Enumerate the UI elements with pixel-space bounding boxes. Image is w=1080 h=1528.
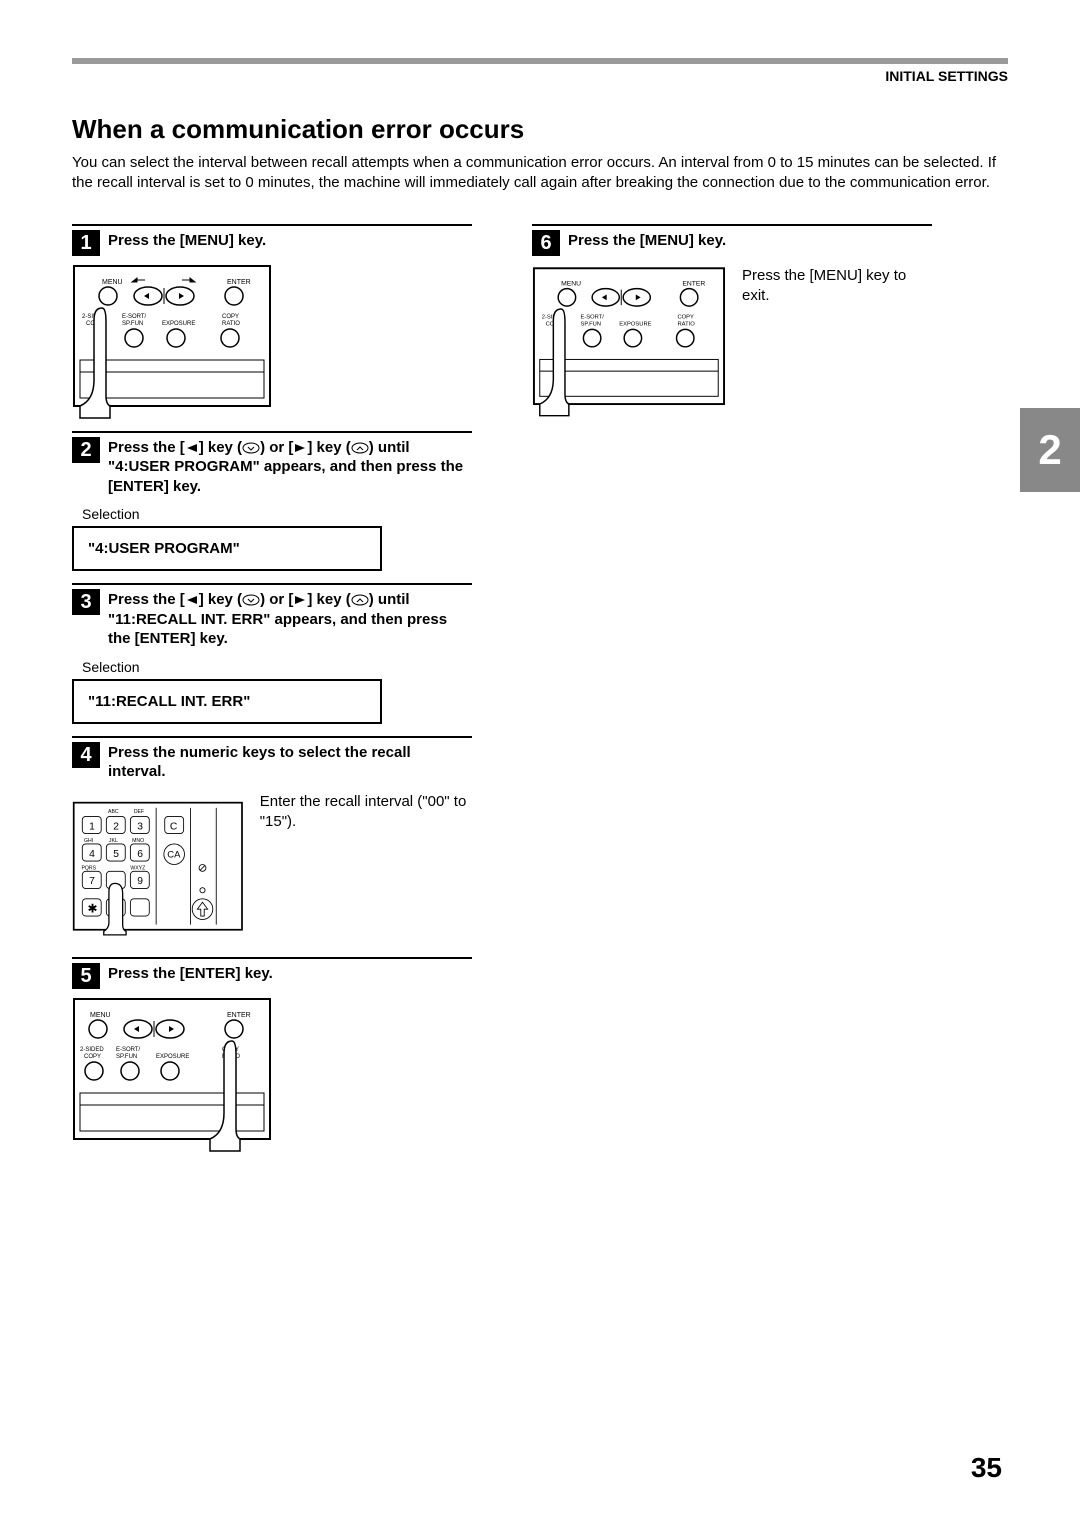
step-3-selection-label: Selection (82, 659, 472, 675)
step-1-num: 1 (72, 230, 100, 256)
header-label: INITIAL SETTINGS (72, 68, 1008, 84)
numeric-keypad: ABC DEF 1 2 3 GHI JKL MNO 4 5 6 PQRS WXY… (72, 790, 244, 945)
menu-label: MENU (102, 279, 123, 286)
header-divider (72, 58, 1008, 64)
svg-text:EXPOSURE: EXPOSURE (156, 1054, 189, 1060)
svg-text:MNO: MNO (132, 838, 144, 844)
svg-text:COPY: COPY (84, 1054, 101, 1060)
svg-text:RATIO: RATIO (677, 321, 695, 327)
step-6-text: Press the [MENU] key. (568, 230, 726, 251)
svg-text:ENTER: ENTER (227, 1012, 251, 1019)
step-5-text: Press the [ENTER] key. (108, 963, 273, 984)
step-4-text: Press the numeric keys to select the rec… (108, 742, 472, 782)
step-4-num: 4 (72, 742, 100, 768)
step-5-num: 5 (72, 963, 100, 989)
svg-text:COPY: COPY (677, 314, 694, 320)
control-panel-enter-press: MENU ENTER 2-SIDED COPY E-SORT/ SP.FUN E… (72, 997, 272, 1152)
step-6-head: 6 Press the [MENU] key. (532, 224, 932, 256)
svg-text:GHI: GHI (84, 838, 93, 844)
svg-text:7: 7 (89, 876, 95, 887)
svg-text:C: C (170, 821, 178, 832)
svg-text:WXYZ: WXYZ (130, 865, 145, 871)
copy-label-a: COPY (222, 314, 239, 320)
step-2-selection-label: Selection (82, 506, 472, 522)
svg-text:3: 3 (137, 821, 143, 832)
svg-text:4: 4 (89, 848, 95, 859)
svg-text:CA: CA (167, 849, 181, 860)
esort-label-b: SP.FUN (122, 321, 143, 327)
right-column: 6 Press the [MENU] key. MENU ENTER 2-SID… (532, 212, 932, 1152)
section-title: When a communication error occurs (72, 114, 1008, 145)
esort-label-a: E-SORT/ (122, 314, 147, 320)
right-solid-arrow-icon (293, 595, 307, 605)
up-chevron-ellipse-icon (351, 442, 369, 454)
step-2-text: Press the [] key () or [] key () until "… (108, 437, 472, 497)
step-3-head: 3 Press the [] key () or [] key () until… (72, 583, 472, 649)
step-3-text: Press the [] key () or [] key () until "… (108, 589, 472, 649)
svg-text:5: 5 (113, 848, 119, 859)
left-solid-arrow-icon (185, 595, 199, 605)
up-chevron-ellipse-icon (351, 594, 369, 606)
svg-text:MENU: MENU (90, 1012, 111, 1019)
svg-text:DEF: DEF (134, 808, 144, 814)
intro-paragraph: You can select the interval between reca… (72, 153, 1008, 194)
step-2-display: "4:USER PROGRAM" (72, 526, 382, 571)
svg-text:PQRS: PQRS (81, 865, 96, 871)
svg-text:6: 6 (137, 848, 143, 859)
svg-text:2: 2 (113, 821, 119, 832)
exposure-label: EXPOSURE (162, 321, 195, 327)
left-solid-arrow-icon (185, 443, 199, 453)
page-number: 35 (971, 1452, 1002, 1484)
svg-text:9: 9 (137, 876, 143, 887)
step-5-head: 5 Press the [ENTER] key. (72, 957, 472, 989)
svg-text:2-SIDED: 2-SIDED (80, 1047, 104, 1053)
step-1-head: 1 Press the [MENU] key. (72, 224, 472, 256)
right-solid-arrow-icon (293, 443, 307, 453)
svg-text:SP.FUN: SP.FUN (580, 321, 601, 327)
svg-text:JKL: JKL (109, 838, 118, 844)
step-4-note: Enter the recall interval ("00" to "15")… (260, 792, 472, 833)
left-column: 1 Press the [MENU] key. MENU ENTER (72, 212, 472, 1152)
svg-text:SP.FUN: SP.FUN (116, 1054, 137, 1060)
svg-text:MENU: MENU (561, 280, 581, 287)
svg-text:E-SORT/: E-SORT/ (116, 1047, 141, 1053)
control-panel-menu-exit: MENU ENTER 2-SIDED COPY E-SORT/ SP.FUN E… (532, 264, 726, 419)
chapter-tab: 2 (1020, 408, 1080, 492)
step-6-num: 6 (532, 230, 560, 256)
step-2-num: 2 (72, 437, 100, 463)
svg-text:E-SORT/: E-SORT/ (580, 314, 604, 320)
step-6-note: Press the [MENU] key to exit. (742, 266, 932, 307)
svg-text:ABC: ABC (108, 808, 119, 814)
copy-label-b: RATIO (222, 321, 240, 327)
step-4-head: 4 Press the numeric keys to select the r… (72, 736, 472, 782)
step-1-text: Press the [MENU] key. (108, 230, 266, 251)
svg-text:✱: ✱ (87, 901, 97, 915)
enter-label: ENTER (227, 279, 251, 286)
step-3-display: "11:RECALL INT. ERR" (72, 679, 382, 724)
down-chevron-ellipse-icon (242, 442, 260, 454)
control-panel-menu-press: MENU ENTER 2-SIDED COPY (72, 264, 272, 419)
svg-text:EXPOSURE: EXPOSURE (619, 321, 651, 327)
step-2-head: 2 Press the [] key () or [] key () until… (72, 431, 472, 497)
down-chevron-ellipse-icon (242, 594, 260, 606)
step-3-num: 3 (72, 589, 100, 615)
svg-text:ENTER: ENTER (682, 280, 705, 287)
svg-text:1: 1 (89, 821, 95, 832)
